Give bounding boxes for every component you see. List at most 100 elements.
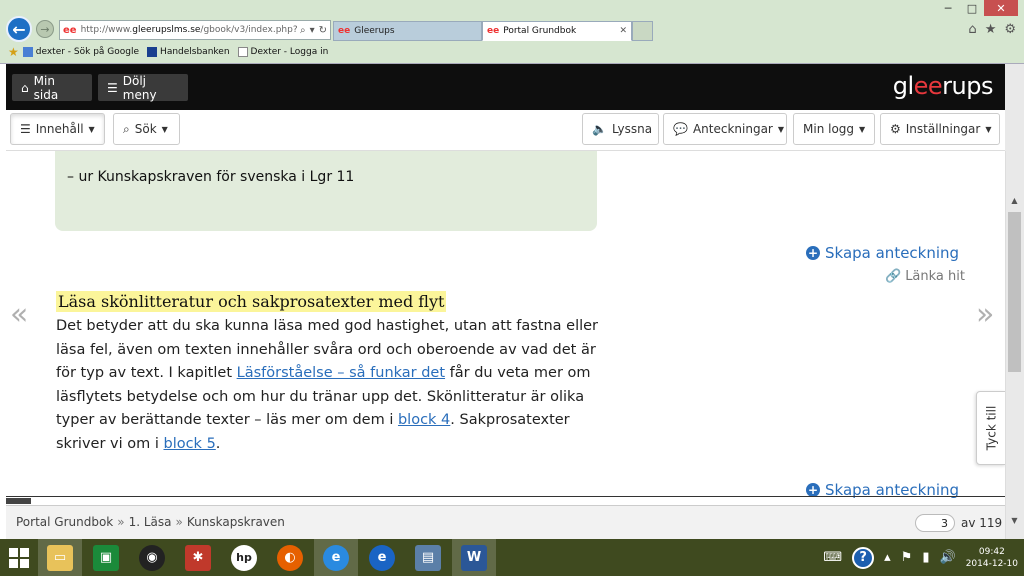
lanka-hit-label: Länka hit <box>905 269 965 284</box>
favorites-bar: ★ dexter - Sök på Google Handelsbanken D… <box>0 42 1024 62</box>
caret-down-icon: ▼ <box>777 124 785 134</box>
lyssna-label: Lyssna <box>611 122 653 136</box>
flag-icon[interactable]: ⚑ <box>901 550 913 565</box>
favorite-google[interactable]: dexter - Sök på Google <box>22 47 140 57</box>
page-total: av 119 <box>961 516 1003 530</box>
show-hidden-icons-icon[interactable]: ▴ <box>884 550 891 565</box>
list-icon: ☰ <box>20 122 31 136</box>
arrow-left-icon: ← <box>12 19 26 39</box>
favorite-dexter[interactable]: Dexter - Logga in <box>237 47 328 57</box>
caret-down-icon: ▼ <box>985 124 992 134</box>
taskbar-firefox[interactable]: ◐ <box>268 539 312 576</box>
minimize-icon[interactable]: ─ <box>936 0 960 16</box>
speaker-icon: 🔈 <box>592 122 607 136</box>
sok-dropdown[interactable]: ⌕ Sök ▼ <box>113 113 180 145</box>
address-bar[interactable]: ee http://www.gleerupslms.se/gbook/v3/in… <box>59 20 331 40</box>
maximize-icon[interactable]: □ <box>960 0 984 16</box>
anteckningar-label: Anteckningar <box>692 122 773 136</box>
taskbar-internet-explorer[interactable]: e <box>314 539 358 576</box>
tab-portal-grundbok[interactable]: ee Portal Grundbok ✕ <box>482 21 632 41</box>
quote-box: – ur Kunskapskraven för svenska i Lgr 11 <box>55 151 597 231</box>
home-icon[interactable]: ⌂ <box>968 22 976 37</box>
new-tab-button[interactable] <box>632 21 653 41</box>
breadcrumb-item[interactable]: 1. Läsa <box>129 515 172 529</box>
network-icon[interactable]: ▮ <box>922 550 929 565</box>
help-icon[interactable]: ? <box>852 546 875 569</box>
book-content: – ur Kunskapskraven för svenska i Lgr 11… <box>6 151 1005 506</box>
book-footer: Portal Grundbok » 1. Läsa » Kunskapskrav… <box>6 505 1005 539</box>
plus-circle-icon: + <box>806 483 820 497</box>
skapa-anteckning-button[interactable]: + Skapa anteckning <box>806 244 959 262</box>
hp-icon: hp <box>231 544 257 571</box>
min-logg-dropdown[interactable]: Min logg ▼ <box>793 113 875 145</box>
tab-favicon: ee <box>487 26 500 36</box>
taskbar-remote-desktop[interactable]: ▤ <box>406 539 450 576</box>
lasforstaelse-link[interactable]: Läsförståelse – så funkar det <box>237 365 445 381</box>
installningar-dropdown[interactable]: ⚙ Inställningar ▼ <box>880 113 1000 145</box>
windows-logo-icon <box>9 547 29 568</box>
browser-chrome: ─ □ ✕ ← → ee http://www.gleerupslms.se/g… <box>0 0 1024 64</box>
site-header: ⌂ Min sida ☰ Dölj meny gleerups <box>6 64 1005 110</box>
keyboard-icon[interactable]: ⌨ <box>823 550 842 565</box>
next-page-arrow[interactable]: » <box>976 297 994 332</box>
block-5-link[interactable]: block 5 <box>163 436 215 452</box>
favorite-handelsbanken[interactable]: Handelsbanken <box>147 47 230 57</box>
innehall-dropdown[interactable]: ☰ Innehåll ▼ <box>10 113 105 145</box>
taskbar-photos[interactable]: ✱ <box>176 539 220 576</box>
close-tab-icon[interactable]: ✕ <box>619 26 627 36</box>
store-icon: ▣ <box>93 544 119 571</box>
scroll-up-arrow[interactable]: ▲ <box>1005 196 1024 210</box>
previous-page-arrow[interactable]: « <box>10 297 28 332</box>
taskbar-media[interactable]: ◉ <box>130 539 174 576</box>
min-sida-button[interactable]: ⌂ Min sida <box>12 73 92 102</box>
caret-down-icon: ▼ <box>161 124 168 134</box>
favorites-star-icon[interactable]: ★ <box>8 45 19 59</box>
tab-gleerups[interactable]: ee Gleerups <box>333 21 482 41</box>
tab-favicon: ee <box>338 26 351 36</box>
lanka-hit-link[interactable]: 🔗 Länka hit <box>885 269 965 284</box>
taskbar-file-explorer[interactable]: ▭ <box>38 539 82 576</box>
scrollbar-thumb[interactable] <box>1008 212 1021 372</box>
innehall-label: Innehåll <box>35 122 84 136</box>
close-window-icon[interactable]: ✕ <box>984 0 1018 16</box>
url-domain: gleerupslms.se <box>132 25 201 35</box>
favorites-star-icon[interactable]: ★ <box>985 22 997 37</box>
refresh-icon[interactable]: ↻ <box>319 25 327 36</box>
breadcrumb-item[interactable]: Kunskapskraven <box>187 515 285 529</box>
min-sida-label: Min sida <box>33 73 59 102</box>
taskbar-internet-explorer-2[interactable]: e <box>360 539 404 576</box>
system-clock[interactable]: 09:42 2014-12-10 <box>966 546 1018 570</box>
bank-icon <box>147 47 158 57</box>
caret-down-icon: ▼ <box>88 124 95 134</box>
firefox-icon: ◐ <box>277 544 303 571</box>
block-4-link[interactable]: block 4 <box>398 412 450 428</box>
tyck-till-label: Tyck till <box>984 405 999 451</box>
page-icon <box>237 47 248 57</box>
taskbar-word[interactable]: W <box>452 539 496 576</box>
home-icon: ⌂ <box>21 80 29 95</box>
menu-icon: ☰ <box>107 80 118 95</box>
dolj-meny-button[interactable]: ☰ Dölj meny <box>98 74 188 102</box>
taskbar-store[interactable]: ▣ <box>84 539 128 576</box>
back-button[interactable]: ← <box>6 16 32 42</box>
dropdown-icon[interactable]: ▾ <box>310 25 315 36</box>
address-url[interactable]: http://www.gleerupslms.se/gbook/v3/index… <box>81 25 297 35</box>
forward-button[interactable]: → <box>36 20 54 38</box>
start-button[interactable] <box>0 539 38 576</box>
favorite-label: dexter - Sök på Google <box>35 47 140 57</box>
scroll-down-arrow[interactable]: ▼ <box>1005 516 1024 530</box>
search-icon[interactable]: ⌕ <box>300 25 306 36</box>
volume-icon[interactable]: 🔊 <box>940 550 956 565</box>
settings-gear-icon[interactable]: ⚙ <box>1004 22 1016 37</box>
page-number-input[interactable]: 3 <box>915 514 955 532</box>
lyssna-button[interactable]: 🔈 Lyssna <box>582 113 659 145</box>
breadcrumb-item[interactable]: Portal Grundbok <box>16 515 113 529</box>
body-text: . <box>215 435 221 452</box>
gleerups-logo[interactable]: gleerups <box>893 72 994 100</box>
taskbar-hp[interactable]: hp <box>222 539 266 576</box>
tyck-till-button[interactable]: Tyck till <box>976 391 1005 465</box>
reading-progress-bar <box>6 496 1005 504</box>
browser-toolbar-right: ⌂ ★ ⚙ <box>968 22 1016 37</box>
plus-circle-icon: + <box>806 246 820 260</box>
anteckningar-dropdown[interactable]: 💬 Anteckningar ▼ <box>663 113 787 145</box>
